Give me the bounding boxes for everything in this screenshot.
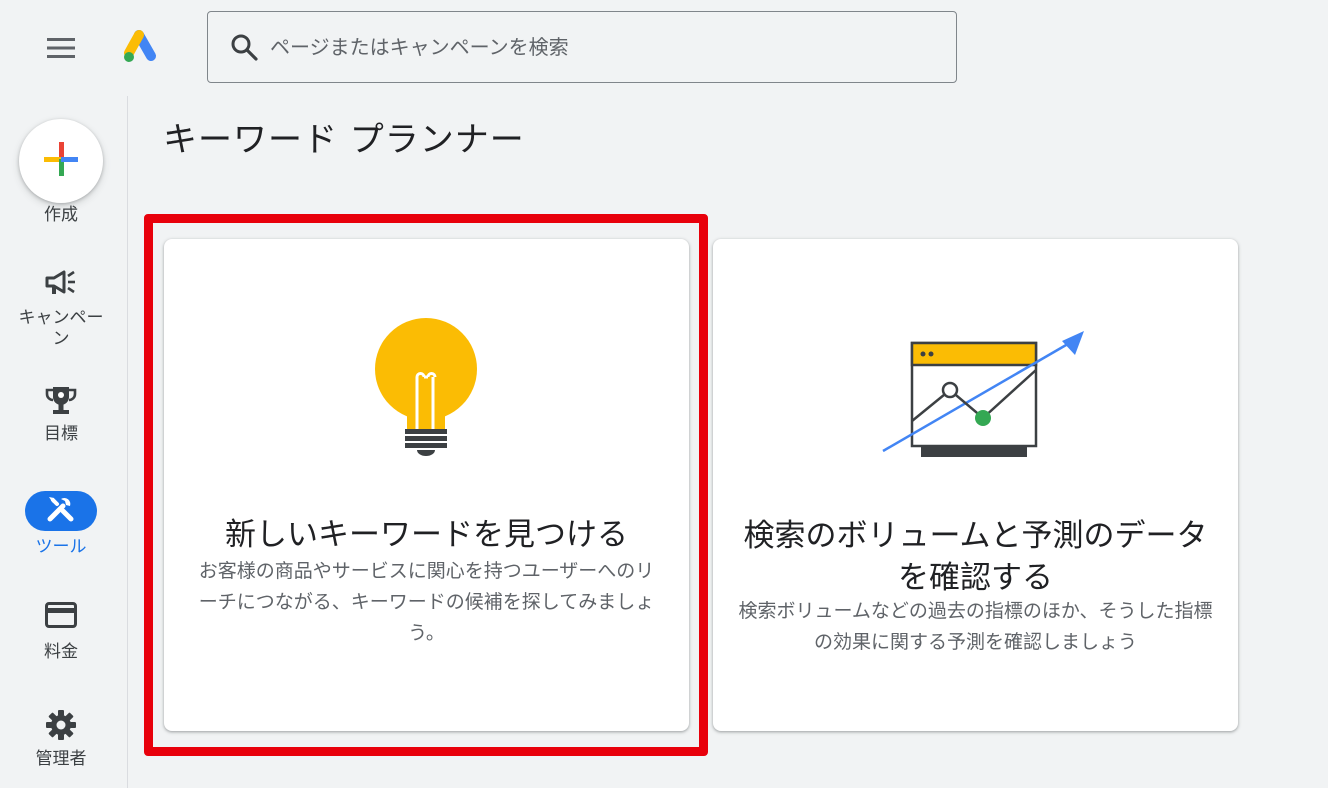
sidebar-item-goals[interactable]: 目標 — [0, 384, 122, 445]
sidebar-item-campaigns[interactable]: キャンペーン — [0, 268, 122, 350]
trophy-icon — [44, 384, 78, 418]
sidebar: 作成 キャンペーン 目標 ツール 料金 管理者 — [0, 96, 128, 788]
sidebar-item-tools[interactable]: ツール — [0, 491, 122, 558]
sidebar-item-label: キャンペーン — [18, 308, 104, 349]
sidebar-item-label: ツール — [35, 537, 87, 557]
hamburger-menu-icon[interactable] — [38, 28, 84, 68]
search-input[interactable] — [270, 35, 910, 59]
megaphone-icon — [44, 268, 78, 302]
sidebar-item-label: 目標 — [44, 424, 78, 444]
plus-icon — [42, 140, 80, 182]
credit-card-icon — [45, 602, 77, 636]
card-title: 検索のボリュームと予測のデータを確認する — [743, 518, 1208, 596]
search-box[interactable] — [207, 11, 957, 83]
tools-pill[interactable] — [25, 491, 97, 531]
chart-forecast-icon — [882, 331, 1084, 457]
card-title: 新しいキーワードを見つける — [225, 517, 628, 553]
sidebar-item-label: 管理者 — [35, 749, 87, 769]
card-description: 検索ボリュームなどの過去の指標のほか、そうした指標の効果に関する予測を確認しまし… — [738, 600, 1213, 653]
card-description: お客様の商品やサービスに関心を持つユーザーへのリーチにつながる、キーワードの候補… — [198, 560, 655, 644]
top-bar — [0, 0, 1328, 96]
create-button[interactable] — [19, 119, 103, 203]
sidebar-item-label: 作成 — [44, 205, 78, 225]
sidebar-item-create[interactable]: 作成 — [0, 119, 122, 226]
forecast-volume-card[interactable]: 検索のボリュームと予測のデータを確認する 検索ボリュームなどの過去の指標のほか、… — [713, 239, 1238, 731]
search-icon — [228, 31, 260, 63]
lightbulb-icon — [375, 318, 477, 456]
sidebar-item-billing[interactable]: 料金 — [0, 602, 122, 663]
discover-keywords-card[interactable]: 新しいキーワードを見つける お客様の商品やサービスに関心を持つユーザーへのリーチ… — [164, 239, 689, 731]
tools-icon — [46, 494, 76, 528]
page-title: キーワード プランナー — [163, 120, 525, 160]
sidebar-item-label: 料金 — [44, 642, 78, 662]
google-ads-logo[interactable] — [120, 28, 162, 66]
sidebar-item-admin[interactable]: 管理者 — [0, 709, 122, 770]
gear-icon — [45, 709, 77, 743]
